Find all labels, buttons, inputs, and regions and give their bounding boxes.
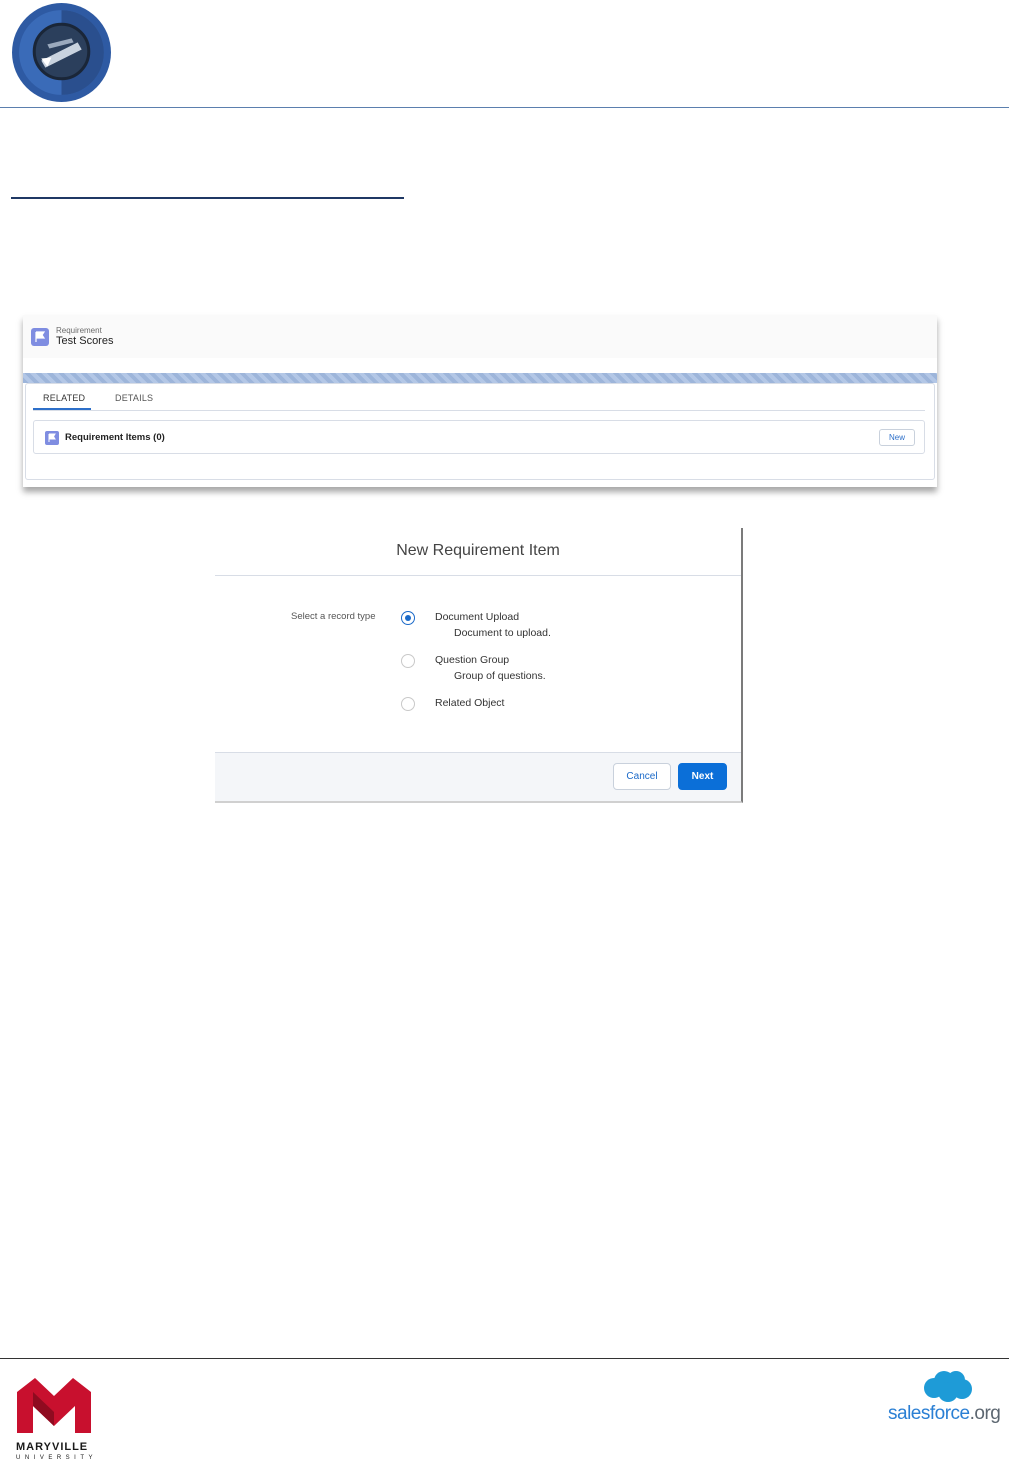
decorative-band [23,373,937,383]
modal-title: New Requirement Item [396,542,560,559]
record-object-type: Requirement [56,326,102,335]
salesforce-suffix: .org [969,1403,1001,1424]
option-name: Question Group [435,654,510,666]
record-type-label: Select a record type [291,611,376,622]
tab-related[interactable]: RELATED [43,393,85,403]
radio-related-object[interactable] [401,697,415,711]
radio-question-group[interactable] [401,654,415,668]
maryville-m-logo-icon [17,1378,91,1433]
header-rule [0,107,1009,108]
option-description: Document to upload. [454,627,551,639]
tab-details[interactable]: DETAILS [115,393,153,403]
option-name: Related Object [435,697,505,709]
salesforce-cloud-icon [924,1371,972,1402]
maryville-name: MARYVILLE [16,1441,89,1453]
maryville-subtitle: UNIVERSITY [16,1455,98,1461]
flag-icon [31,328,49,346]
new-requirement-item-modal: New Requirement Item Select a record typ… [215,528,743,803]
record-name: Test Scores [56,335,114,347]
salesforce-wordmark: salesforce.org [888,1403,1001,1425]
option-name: Document Upload [435,611,520,623]
circular-e-emblem-icon [12,3,111,102]
radio-document-upload[interactable] [401,611,415,625]
tabs-divider [33,410,925,411]
record-header: Requirement Test Scores [23,315,937,358]
salesforce-brand: salesforce [888,1403,970,1424]
new-button[interactable]: New [879,429,915,446]
related-list-title[interactable]: Requirement Items (0) [65,432,165,443]
record-page-screenshot: Requirement Test Scores RELATED DETAILS … [23,315,937,487]
flag-icon [45,431,59,445]
next-button[interactable]: Next [678,763,727,790]
heading-underline [11,197,404,199]
modal-divider [215,575,741,576]
footer-rule [0,1358,1009,1359]
option-description: Group of questions. [454,670,546,682]
related-list-card: Requirement Items (0) New [33,420,925,454]
cancel-button[interactable]: Cancel [613,763,671,790]
